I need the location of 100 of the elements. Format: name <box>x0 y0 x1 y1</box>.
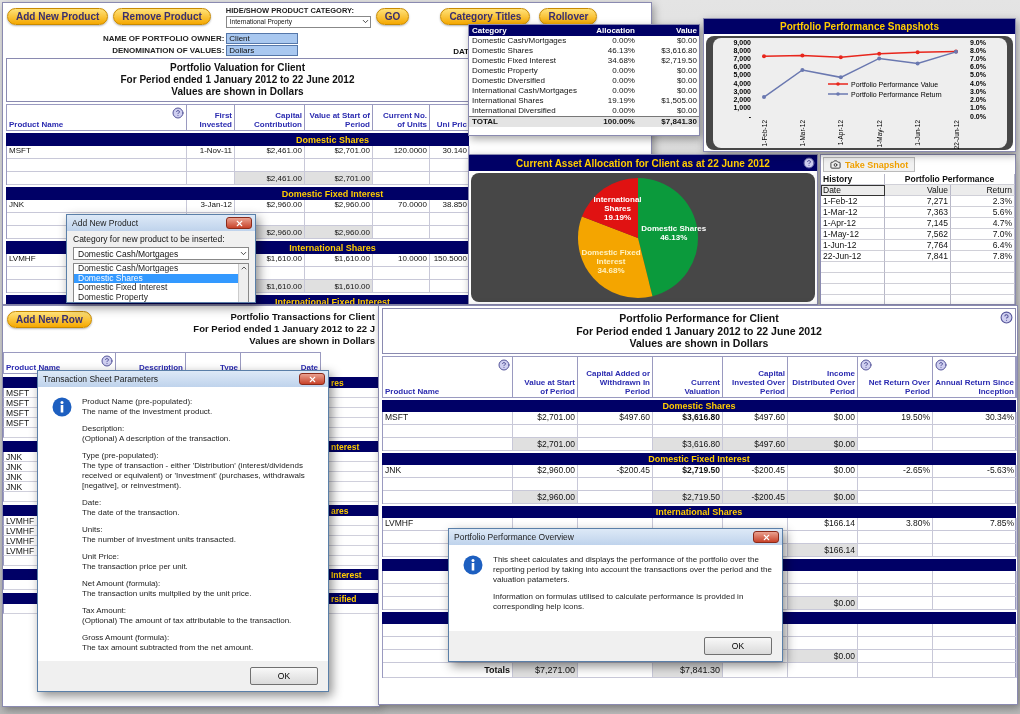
help-icon[interactable] <box>803 157 815 169</box>
table-cell-text: 0.00% <box>611 76 636 86</box>
table-cell: 7,145 <box>885 218 951 229</box>
section-header: Domestic Fixed Interest <box>382 452 1016 465</box>
subtotal-cell: $1,610.00 <box>305 280 373 293</box>
list-item[interactable]: Domestic Property <box>74 292 238 302</box>
dialog-title: Transaction Sheet Parameters <box>43 374 158 384</box>
table-cell: $1,610.00 <box>305 254 373 267</box>
title-line: Portfolio Valuation for Client <box>170 62 305 74</box>
column-header: Current Valuation <box>683 377 720 396</box>
title-line: For Period ended 1 January 2012 to 22 June 2012 <box>120 74 355 86</box>
close-button[interactable] <box>226 217 252 229</box>
parameter-description: The type of transaction - either 'Distribution' (interest/dividends received or equivalent) or 'Investment' (purchases, withdrawals [negative], or reinvestment). <box>82 461 306 491</box>
list-item[interactable]: Domestic Fixed Interest <box>74 283 238 293</box>
title-line: For Period ended 1 January 2012 to 22 J <box>193 323 375 335</box>
column-header: Capital Invested Over Period <box>731 368 785 396</box>
column-header: First Invested <box>198 111 232 129</box>
table-cell-text: $0.00 <box>675 66 698 76</box>
table-cell: -2.65% <box>858 464 933 478</box>
info-icon <box>52 397 72 417</box>
field-label: DAT <box>453 47 469 56</box>
table-cell: $0.00 <box>788 411 858 425</box>
table-cell: MSFT <box>383 411 513 425</box>
title-line: Portfolio Transactions for Client <box>230 311 375 323</box>
title-line: Values are shown in Dollars <box>629 337 769 350</box>
parameter-description: The tax amount subtracted from the net amount. <box>82 643 255 653</box>
table-cell: 1-Nov-11 <box>187 146 235 159</box>
dialog-prompt: Category for new product to be inserted: <box>73 234 226 244</box>
slice-label: Domestic Shares <box>641 224 707 234</box>
panel-title: Portfolio Performance Snapshots <box>704 19 1015 34</box>
table-cell: JNK <box>7 200 187 213</box>
column-header: Date <box>300 363 318 372</box>
parameter-name: Gross Amount (formula): <box>82 633 171 643</box>
parameter-description: The transaction price per unit. <box>82 562 189 572</box>
scroll-up-icon[interactable] <box>239 264 248 272</box>
toolbar-button[interactable]: Category Titles <box>440 8 531 25</box>
camera-icon <box>830 159 841 170</box>
parameter-name: Product Name (pre-populated): <box>82 397 194 407</box>
table-cell-text: $0.00 <box>675 86 698 96</box>
subtotal-cell: $2,701.00 <box>305 172 373 185</box>
column-header: Value at Start of Period <box>308 111 370 129</box>
column-header: Allocation <box>579 25 638 36</box>
table-cell-text: $0.00 <box>675 36 698 46</box>
table-cell: 7,562 <box>885 229 951 240</box>
table-cell-text: Domestic Shares <box>471 46 534 56</box>
go-button[interactable]: GO <box>375 8 410 25</box>
close-button[interactable] <box>753 531 779 543</box>
ok-button[interactable]: OK <box>250 667 318 685</box>
slice-value: 34.68% <box>597 265 625 275</box>
dialog-title: Add New Product <box>72 218 139 228</box>
title-line: For Period ended 1 January 2012 to 22 June 2012 <box>576 324 822 337</box>
table-cell: $2,960.00 <box>513 464 578 478</box>
toolbar-button[interactable]: Add New Product <box>7 8 109 25</box>
table-cell: 7,363 <box>885 207 951 218</box>
table-cell: MSFT <box>7 146 187 159</box>
column-header: Current No. of Units <box>382 111 427 129</box>
ok-button[interactable]: OK <box>704 637 772 655</box>
table-cell-text: 0.00% <box>611 66 636 76</box>
table-cell: $2,719.50 <box>653 464 723 478</box>
field-label: NAME OF PORTFOLIO OWNER: <box>103 34 225 43</box>
column-header: Annual Return Since Inception <box>935 377 1014 396</box>
section-header: International Shares <box>382 505 1016 518</box>
combo-box[interactable]: Domestic Cash/Mortgages <box>73 247 249 260</box>
input-field[interactable]: Client <box>226 33 299 44</box>
column-header: Description <box>139 363 183 372</box>
help-icon[interactable] <box>1000 311 1013 324</box>
close-button[interactable] <box>299 373 325 385</box>
parameter-name: Units: <box>82 525 104 535</box>
table-cell: 2.3% <box>951 196 1015 207</box>
legend-swatch <box>826 82 849 86</box>
table-cell-text: Domestic Diversified <box>471 76 546 86</box>
parameter-name: Net Amount (formula): <box>82 579 162 589</box>
column-header: Category <box>469 25 580 36</box>
section-header: Domestic Shares <box>382 399 1016 412</box>
parameter-name: Unit Price: <box>82 552 120 562</box>
caret-icon <box>360 17 370 26</box>
add-row-button[interactable]: Add New Row <box>7 311 92 328</box>
list-item[interactable]: Domestic Cash/Mortgages <box>74 264 238 274</box>
table-cell: $2,701.00 <box>305 146 373 159</box>
table-cell-text: $0.00 <box>675 76 698 86</box>
column-header: Product Name <box>9 120 64 129</box>
parameter-description: The number of investment units transacted. <box>82 535 237 545</box>
dialog-message: This sheet calculates and displays the performance of the portfolio over the reporting period by taking into account the transactions over the period and the valuation patameters. <box>493 555 772 585</box>
table-cell: $2,960.00 <box>305 200 373 213</box>
table-cell: 1-Feb-12 <box>821 196 885 207</box>
table-cell: 6.4% <box>951 240 1015 251</box>
parameter-name: Type (pre-populated): <box>82 451 160 461</box>
section-header: Domestic Shares <box>6 133 469 146</box>
section-header: Domestic Fixed Interest <box>6 187 469 200</box>
table-cell-text: $3,616.80 <box>660 46 698 56</box>
table-cell: 7,764 <box>885 240 951 251</box>
parameter-name: Tax Amount: <box>82 606 128 616</box>
table-cell: 1-May-12 <box>821 229 885 240</box>
table-cell-text: 46.13% <box>606 46 636 56</box>
total-cell: $7,841.30 <box>637 116 699 127</box>
slice-value: 19.19% <box>604 212 632 222</box>
table-cell-text: $0.00 <box>675 106 698 116</box>
toolbar-button[interactable]: Remove Product <box>113 8 211 25</box>
parameter-name: Date: <box>82 498 103 508</box>
input-field[interactable]: Dollars <box>226 45 299 56</box>
